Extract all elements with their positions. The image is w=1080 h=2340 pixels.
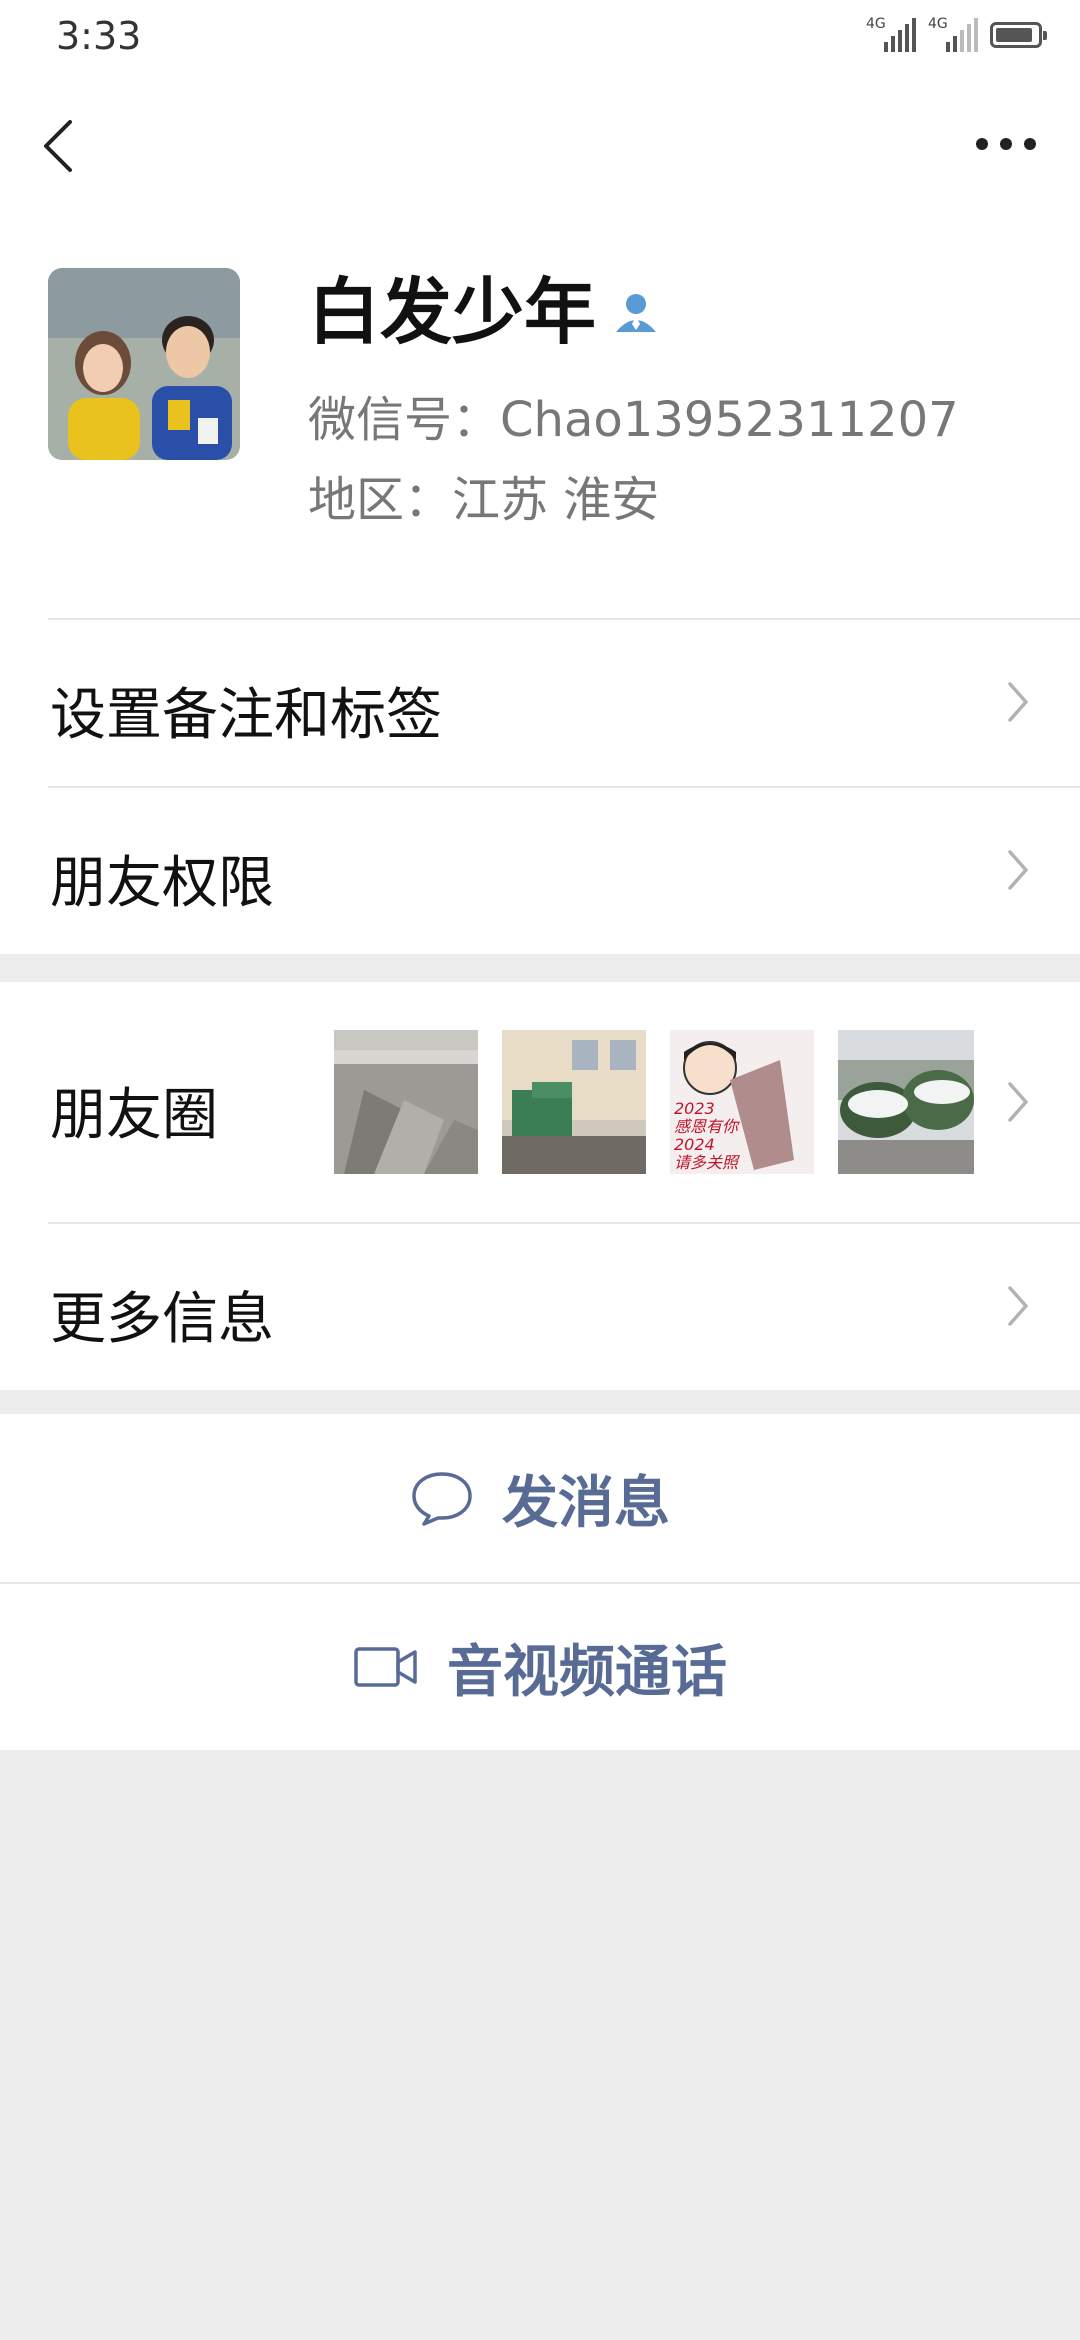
- status-bar: 3:33 4G 4G: [0, 0, 1080, 78]
- more-options-button[interactable]: [970, 118, 1042, 170]
- status-time: 3:33: [56, 14, 142, 58]
- avatar-photo: [48, 268, 240, 460]
- network-type-label-secondary: 4G: [928, 16, 948, 32]
- moment-thumbnail: [334, 1030, 478, 1174]
- video-call-label: 音视频通话: [447, 1639, 727, 1705]
- row-label: 朋友权限: [50, 851, 274, 916]
- profile-header: 白发少年 微信号：Chao13952311207 地区：江苏 淮安: [0, 214, 1080, 618]
- divider: [48, 786, 1080, 788]
- status-icons: 4G 4G: [866, 16, 1047, 52]
- chevron-right-icon: [1008, 850, 1028, 890]
- chevron-right-icon: [1008, 1082, 1028, 1122]
- video-call-button[interactable]: 音视频通话: [0, 1582, 1080, 1750]
- back-button[interactable]: [36, 114, 84, 178]
- svg-text:感恩有你: 感恩有你: [674, 1117, 740, 1136]
- divider: [48, 618, 1080, 620]
- battery-icon: [990, 22, 1047, 48]
- send-message-label: 发消息: [502, 1470, 670, 1536]
- svg-text:请多关照: 请多关照: [674, 1153, 740, 1172]
- moments-thumbnails: 2023 感恩有你 2024 请多关照: [334, 1030, 974, 1174]
- nav-bar: [0, 78, 1080, 214]
- svg-text:2023: 2023: [674, 1099, 715, 1118]
- row-label: 设置备注和标签: [50, 683, 442, 748]
- person-icon: [616, 294, 657, 332]
- send-message-button[interactable]: 发消息: [0, 1414, 1080, 1582]
- video-camera-icon: [353, 1644, 419, 1690]
- more-info-row[interactable]: 更多信息: [0, 1222, 1080, 1390]
- more-horizontal-icon: [976, 138, 1036, 150]
- set-remark-and-tags-row[interactable]: 设置备注和标签: [0, 618, 1080, 786]
- profile-name: 白发少年: [308, 270, 597, 354]
- signal-icon-secondary: 4G: [928, 16, 978, 52]
- divider: [48, 1222, 1080, 1224]
- friend-permissions-row[interactable]: 朋友权限: [0, 786, 1080, 954]
- svg-text:2024: 2024: [674, 1135, 715, 1154]
- moment-thumbnail: 2023 感恩有你 2024 请多关照: [670, 1030, 814, 1174]
- avatar[interactable]: [48, 268, 240, 460]
- signal-icon: 4G: [866, 16, 916, 52]
- row-label: 朋友圈: [50, 1083, 218, 1148]
- name-line: 白发少年: [308, 276, 660, 348]
- wechat-id: 微信号：Chao13952311207: [308, 392, 959, 448]
- chevron-right-icon: [1008, 682, 1028, 722]
- moment-thumbnail: [838, 1030, 974, 1174]
- chat-bubble-icon: [410, 1468, 474, 1528]
- network-type-label: 4G: [866, 16, 886, 32]
- row-label: 更多信息: [50, 1287, 274, 1352]
- moments-row[interactable]: 朋友圈 2023 感恩有你 2024 请多关照: [0, 982, 1080, 1222]
- chevron-left-icon: [44, 120, 72, 172]
- chevron-right-icon: [1008, 1286, 1028, 1326]
- region: 地区：江苏 淮安: [308, 472, 660, 528]
- moment-thumbnail: [502, 1030, 646, 1174]
